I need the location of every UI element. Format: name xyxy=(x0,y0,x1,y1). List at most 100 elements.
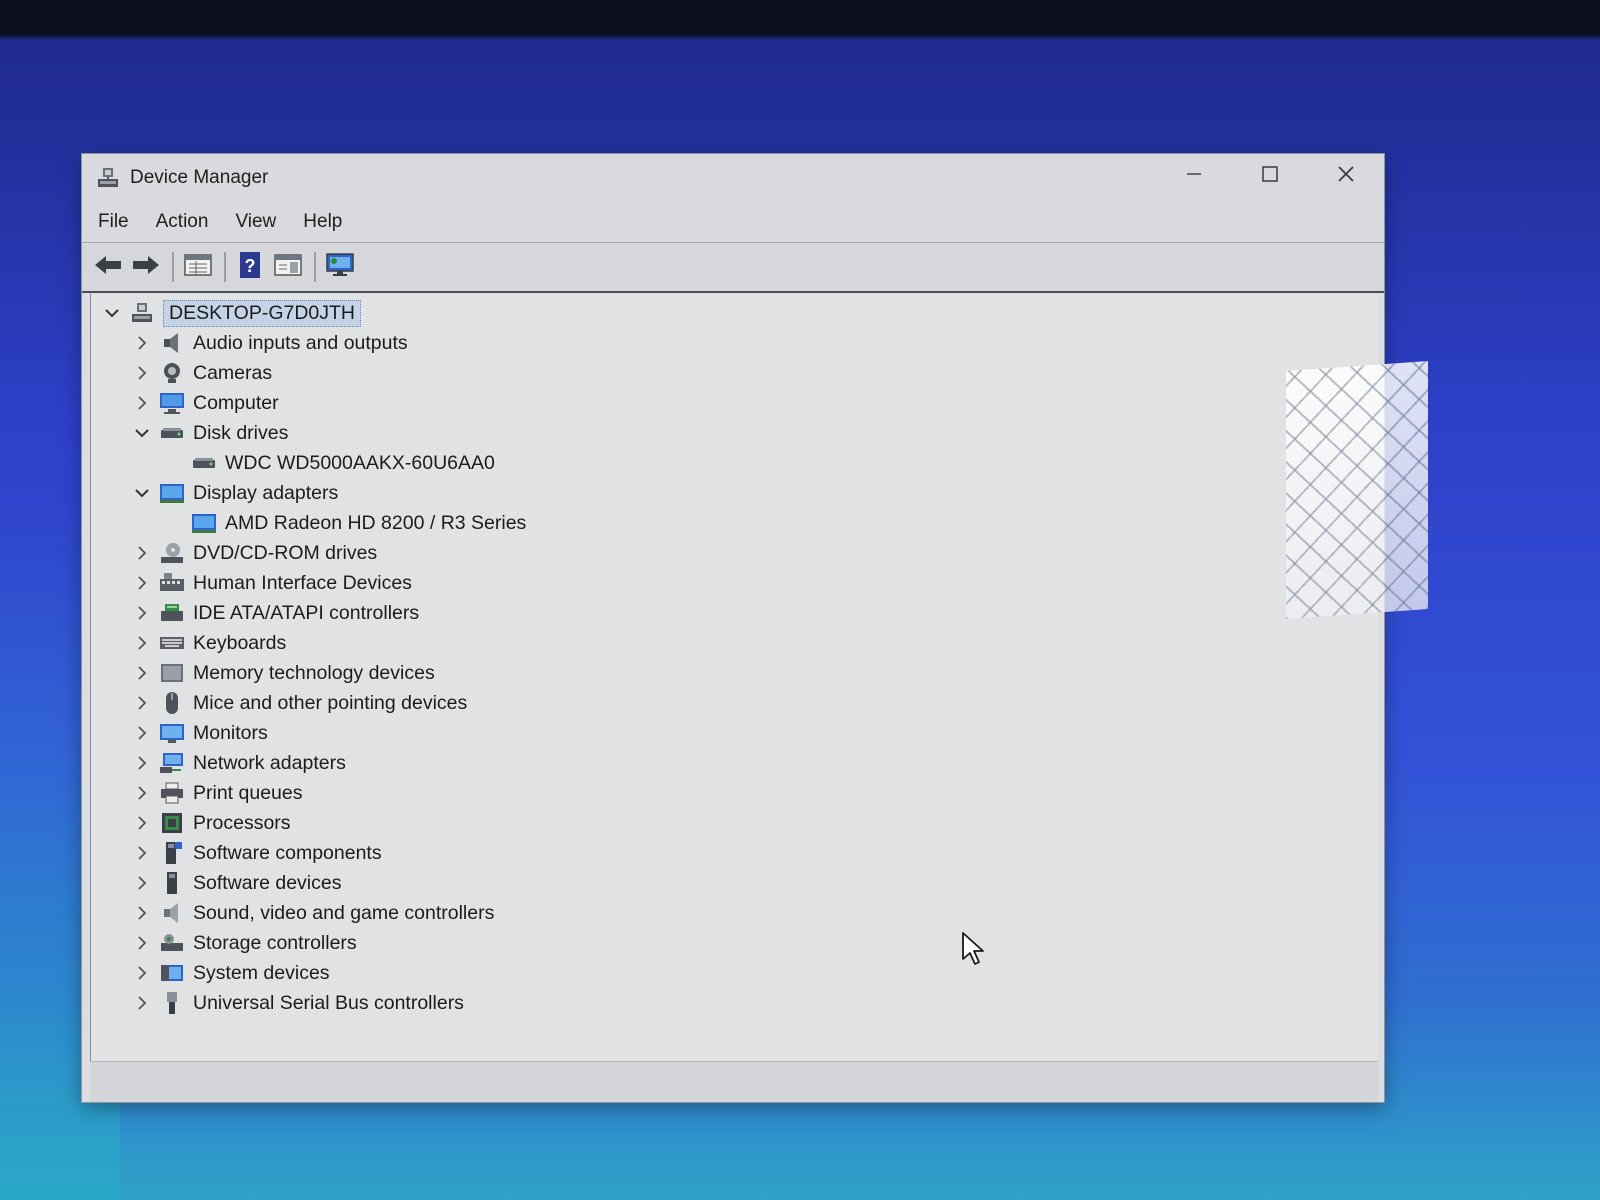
tree-category-display-adapters[interactable]: Display adapters xyxy=(97,478,526,508)
chevron-down-icon[interactable] xyxy=(131,482,153,504)
back-arrow-icon xyxy=(93,253,123,282)
hid-icon xyxy=(159,570,185,596)
tree-category-ide[interactable]: IDE ATA/ATAPI controllers xyxy=(97,598,526,628)
tree-category-label: Mice and other pointing devices xyxy=(193,691,468,714)
tree-category-computer[interactable]: Computer xyxy=(97,388,526,418)
tree-root[interactable]: DESKTOP-G7D0JTH xyxy=(97,298,526,328)
tree-category-print-queues[interactable]: Print queues xyxy=(97,778,526,808)
chevron-right-icon[interactable] xyxy=(131,872,153,894)
chevron-right-icon[interactable] xyxy=(131,962,153,984)
menu-view[interactable]: View xyxy=(235,207,289,237)
tree-category-dvd[interactable]: DVD/CD-ROM drives xyxy=(97,538,526,568)
tree-category-label: Network adapters xyxy=(193,751,346,774)
tree-root-label: DESKTOP-G7D0JTH xyxy=(163,299,362,327)
tree-category-label: Disk drives xyxy=(193,421,289,444)
scan-hardware-button[interactable] xyxy=(322,249,358,285)
tree-category-label: Sound, video and game controllers xyxy=(193,901,495,924)
chevron-right-icon[interactable] xyxy=(131,992,153,1014)
tree-category-label: Software components xyxy=(193,841,382,864)
action-pane-button[interactable] xyxy=(270,249,306,285)
tree-category-label: Monitors xyxy=(193,721,268,744)
chevron-right-icon[interactable] xyxy=(131,782,153,804)
menu-action[interactable]: Action xyxy=(156,207,222,237)
tree-device-disk[interactable]: WDC WD5000AAKX-60U6AA0 xyxy=(97,448,526,478)
processor-icon xyxy=(159,810,185,836)
chevron-right-icon[interactable] xyxy=(131,332,153,354)
menu-help[interactable]: Help xyxy=(303,207,355,237)
chevron-right-icon[interactable] xyxy=(131,812,153,834)
tree-category-storage[interactable]: Storage controllers xyxy=(97,928,526,958)
usb-icon xyxy=(159,990,185,1016)
help-button[interactable]: ? xyxy=(232,249,268,285)
tree-category-software-devices[interactable]: Software devices xyxy=(97,868,526,898)
chevron-right-icon[interactable] xyxy=(131,692,153,714)
properties-button[interactable] xyxy=(180,249,216,285)
action-pane-icon xyxy=(274,253,302,282)
tree-category-label: Computer xyxy=(193,391,279,414)
title-bar[interactable]: Device Manager xyxy=(82,154,1384,202)
network-icon xyxy=(159,750,185,776)
maximize-button[interactable] xyxy=(1232,154,1308,198)
window-controls xyxy=(1156,154,1384,198)
device-tree-pane[interactable]: DESKTOP-G7D0JTH Audio inputs and outputs… xyxy=(90,294,1378,1062)
device-tree: DESKTOP-G7D0JTH Audio inputs and outputs… xyxy=(97,298,526,1018)
tree-category-monitors[interactable]: Monitors xyxy=(97,718,526,748)
chevron-right-icon[interactable] xyxy=(131,932,153,954)
tree-category-usb[interactable]: Universal Serial Bus controllers xyxy=(97,988,526,1018)
tree-category-memory[interactable]: Memory technology devices xyxy=(97,658,526,688)
maximize-icon xyxy=(1261,165,1279,188)
tree-category-label: Software devices xyxy=(193,871,342,894)
svg-text:?: ? xyxy=(245,256,256,276)
chevron-right-icon[interactable] xyxy=(131,662,153,684)
chevron-right-icon[interactable] xyxy=(131,722,153,744)
tree-category-system-devices[interactable]: System devices xyxy=(97,958,526,988)
tree-category-sound[interactable]: Sound, video and game controllers xyxy=(97,898,526,928)
tree-category-cameras[interactable]: Cameras xyxy=(97,358,526,388)
chevron-right-icon[interactable] xyxy=(131,902,153,924)
toolbar-separator xyxy=(314,252,316,282)
tree-category-audio[interactable]: Audio inputs and outputs xyxy=(97,328,526,358)
device-manager-window: Device Manager File Action View Help ? D… xyxy=(82,154,1384,1102)
tree-category-label: Human Interface Devices xyxy=(193,571,412,594)
tree-category-network[interactable]: Network adapters xyxy=(97,748,526,778)
tree-category-label: System devices xyxy=(193,961,330,984)
forward-button[interactable] xyxy=(128,249,164,285)
chevron-right-icon[interactable] xyxy=(131,842,153,864)
tree-category-disk-drives[interactable]: Disk drives xyxy=(97,418,526,448)
disk-drive-icon xyxy=(159,420,185,446)
tree-category-label: Display adapters xyxy=(193,481,339,504)
menu-file[interactable]: File xyxy=(98,207,142,237)
close-button[interactable] xyxy=(1308,154,1384,198)
status-bar xyxy=(90,1061,1378,1102)
tree-category-label: Processors xyxy=(193,811,291,834)
chevron-down-icon[interactable] xyxy=(131,422,153,444)
camera-icon xyxy=(159,360,185,386)
chevron-right-icon[interactable] xyxy=(131,542,153,564)
chevron-right-icon[interactable] xyxy=(131,392,153,414)
minimize-button[interactable] xyxy=(1156,154,1232,198)
tree-category-keyboards[interactable]: Keyboards xyxy=(97,628,526,658)
speaker-icon xyxy=(159,330,185,356)
tree-category-software-components[interactable]: Software components xyxy=(97,838,526,868)
chevron-right-icon[interactable] xyxy=(131,752,153,774)
keyboard-icon xyxy=(159,630,185,656)
chevron-right-icon[interactable] xyxy=(131,362,153,384)
tree-category-label: Memory technology devices xyxy=(193,661,435,684)
chevron-down-icon[interactable] xyxy=(101,302,123,324)
menu-bar: File Action View Help xyxy=(82,202,1384,242)
back-button[interactable] xyxy=(90,249,126,285)
tree-device-gpu[interactable]: AMD Radeon HD 8200 / R3 Series xyxy=(97,508,526,538)
system-devices-icon xyxy=(159,960,185,986)
display-adapter-icon xyxy=(191,510,217,536)
tree-category-processors[interactable]: Processors xyxy=(97,808,526,838)
chevron-right-icon[interactable] xyxy=(131,602,153,624)
close-icon xyxy=(1337,165,1355,188)
dvd-drive-icon xyxy=(159,540,185,566)
tree-category-hid[interactable]: Human Interface Devices xyxy=(97,568,526,598)
tree-category-mice[interactable]: Mice and other pointing devices xyxy=(97,688,526,718)
minimize-icon xyxy=(1186,166,1202,187)
chevron-right-icon[interactable] xyxy=(131,572,153,594)
sound-icon xyxy=(159,900,185,926)
chevron-right-icon[interactable] xyxy=(131,632,153,654)
desktop: Device Manager File Action View Help ? D… xyxy=(0,0,1600,1200)
